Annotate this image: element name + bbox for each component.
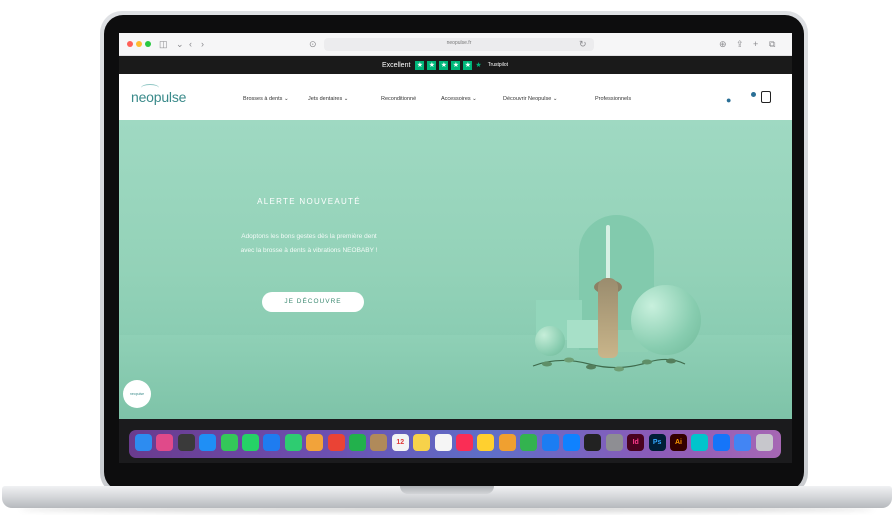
trash-icon[interactable]: [755, 434, 773, 451]
keynote-icon[interactable]: [541, 434, 559, 451]
url-text: neopulse.fr: [446, 40, 472, 46]
star-icon: ★: [415, 60, 425, 70]
downloads-icon[interactable]: ⊕: [719, 38, 727, 50]
trustpilot-logo-icon: ★: [475, 62, 482, 69]
photos-icon[interactable]: [306, 434, 324, 451]
nav-item-jets[interactable]: Jets dentaires ⌄: [308, 96, 348, 102]
reviews-badge[interactable]: neopulse: [123, 380, 151, 408]
indesign-icon[interactable]: Id: [627, 434, 645, 451]
xcode-icon[interactable]: [712, 434, 730, 451]
miro-icon[interactable]: [477, 434, 495, 451]
site-header: neopulse Brosses à dents ⌄ Jets dentaire…: [119, 74, 792, 120]
facetime-icon[interactable]: [284, 434, 302, 451]
numbers-icon[interactable]: [520, 434, 538, 451]
account-icon[interactable]: ●: [726, 95, 731, 105]
app-store-icon[interactable]: [563, 434, 580, 451]
nav-item-accessoires[interactable]: Accessoires ⌄: [441, 96, 477, 102]
sidebar-icon[interactable]: ◫: [159, 38, 168, 50]
laptop-opening-notch: [400, 486, 494, 494]
reminders-icon[interactable]: [434, 434, 452, 451]
nav-item-label: Professionnels: [595, 96, 632, 102]
terminal-icon[interactable]: [584, 434, 602, 451]
contacts-icon[interactable]: [370, 434, 388, 451]
laptop-mockup: ◫ ⌄ ‹ › ⊙ neopulse.fr ↻ ⊕ ⇪ + ⧉ Excellen…: [0, 0, 894, 515]
star-icon: ★: [439, 60, 449, 70]
trustpilot-brand: Trustpilot: [487, 62, 509, 68]
browser-toolbar: ◫ ⌄ ‹ › ⊙ neopulse.fr ↻ ⊕ ⇪ + ⧉: [119, 33, 792, 56]
messages-icon[interactable]: [220, 434, 238, 451]
site-logo[interactable]: neopulse: [131, 89, 186, 105]
laptop-screen: ◫ ⌄ ‹ › ⊙ neopulse.fr ↻ ⊕ ⇪ + ⧉ Excellen…: [119, 33, 792, 463]
mail-icon[interactable]: [263, 434, 281, 451]
privacy-shield-icon[interactable]: ⊙: [309, 38, 317, 50]
hero-subtitle-line: Adoptons les bons gestes dès la première…: [241, 233, 377, 240]
whatsapp-icon[interactable]: [242, 434, 259, 451]
pencil-icon[interactable]: [498, 434, 516, 451]
cart-icon[interactable]: [761, 91, 771, 103]
reload-icon[interactable]: ↻: [579, 38, 587, 50]
back-icon[interactable]: ‹: [189, 38, 192, 50]
discover-button[interactable]: JE DÉCOUVRE: [262, 292, 364, 312]
nav-item-label: Découvrir Neopulse: [503, 96, 552, 102]
leaves-decoration: [532, 357, 686, 372]
canva-icon[interactable]: [691, 434, 709, 451]
tab-overview-icon[interactable]: ⧉: [769, 38, 775, 50]
nav-item-brosses[interactable]: Brosses à dents ⌄: [243, 96, 289, 102]
nav-item-reconditionne[interactable]: Reconditionné: [381, 96, 416, 102]
star-icon: ★: [463, 60, 473, 70]
notes-icon[interactable]: [413, 434, 431, 451]
safari-icon[interactable]: [199, 434, 217, 451]
trust-rating-label: Excellent: [382, 61, 411, 69]
chrome-icon[interactable]: [327, 434, 345, 451]
music-icon[interactable]: [456, 434, 473, 451]
hero-subtitle: Adoptons les bons gestes dès la première…: [179, 230, 439, 258]
hero-banner[interactable]: ALERTE NOUVEAUTÉ Adoptons les bons geste…: [119, 120, 792, 419]
finder-icon[interactable]: [135, 434, 152, 451]
nav-item-label: Accessoires: [441, 96, 471, 102]
nav-item-label: Jets dentaires: [308, 96, 343, 102]
hero-title: ALERTE NOUVEAUTÉ: [257, 197, 361, 206]
facetime-video-icon[interactable]: [349, 434, 366, 451]
illustrator-icon[interactable]: Ai: [670, 434, 687, 451]
star-icon: ★: [451, 60, 461, 70]
address-bar[interactable]: neopulse.fr: [324, 38, 594, 51]
zoom-window-button[interactable]: [145, 41, 151, 47]
hero-subtitle-line: avec la brosse à dents à vibrations NEOB…: [240, 247, 378, 254]
nav-item-decouvrir[interactable]: Découvrir Neopulse ⌄: [503, 96, 557, 102]
hero-floor: [119, 335, 792, 419]
launchpad-icon[interactable]: [156, 434, 174, 451]
toothbrush-image: [598, 278, 618, 358]
photoshop-icon[interactable]: Ps: [648, 434, 666, 451]
toothbrush-head: [606, 225, 610, 285]
chrome-2-icon[interactable]: [734, 434, 752, 451]
nav-item-professionnels[interactable]: Professionnels: [595, 96, 631, 102]
nav-item-label: Reconditionné: [381, 96, 417, 102]
trustpilot-banner[interactable]: Excellent ★ ★ ★ ★ ★ ★ Trustpilot: [119, 56, 792, 74]
decor-sphere: [631, 285, 701, 355]
new-tab-icon[interactable]: +: [753, 38, 758, 50]
star-icon: ★: [427, 60, 437, 70]
cart-count-badge: [751, 92, 756, 97]
mission-control-icon[interactable]: [177, 434, 195, 451]
share-icon[interactable]: ⇪: [736, 38, 744, 50]
forward-icon[interactable]: ›: [201, 38, 204, 50]
minimize-window-button[interactable]: [136, 41, 142, 47]
calendar-icon[interactable]: 12: [391, 434, 409, 451]
chevron-down-icon[interactable]: ⌄: [176, 38, 184, 50]
nav-item-label: Brosses à dents: [243, 96, 283, 102]
close-window-button[interactable]: [127, 41, 133, 47]
system-preferences-icon[interactable]: [605, 434, 623, 451]
